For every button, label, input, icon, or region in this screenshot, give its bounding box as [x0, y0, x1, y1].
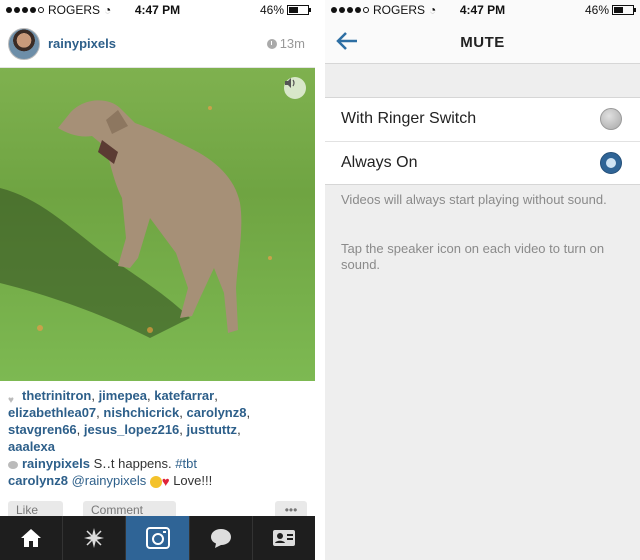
- clock-icon: [266, 38, 277, 49]
- avatar[interactable]: [8, 28, 40, 60]
- heart-emoji-icon: ♥: [161, 473, 170, 489]
- mute-settings-screen: ROGERS ◔ 4:47 PM 46% MUTE With Ringer Sw…: [325, 0, 640, 560]
- comments-list: rainypixels S‥t happens. #tbt carolynz8 …: [8, 455, 313, 489]
- speaker-icon[interactable]: [284, 77, 306, 99]
- post-video[interactable]: [0, 68, 315, 381]
- smile-emoji-icon: [149, 475, 162, 488]
- heart-icon: ♥: [8, 395, 14, 407]
- option-label: Always On: [341, 154, 418, 171]
- navigation-bar: MUTE: [325, 20, 640, 64]
- camera-icon: [145, 527, 170, 549]
- option-label: With Ringer Switch: [341, 110, 477, 127]
- help-text: Videos will always start playing without…: [341, 192, 607, 207]
- radio-selected-icon[interactable]: [600, 152, 622, 174]
- help-text: Tap the speaker icon on each video to tu…: [341, 241, 605, 272]
- liker[interactable]: stavgren66: [8, 422, 77, 437]
- battery-icon: [287, 5, 311, 15]
- liker[interactable]: nishchicrick: [103, 405, 179, 420]
- mention-link[interactable]: @rainypixels: [72, 473, 147, 488]
- tab-activity[interactable]: [190, 516, 253, 560]
- tab-home[interactable]: [0, 516, 64, 560]
- status-bar: ROGERS ◔ 4:47 PM 46%: [325, 0, 640, 20]
- battery-percent: 46%: [584, 3, 609, 17]
- page-title: MUTE: [460, 34, 505, 51]
- explore-icon: [84, 528, 105, 548]
- post-header: rainypixels 13m: [0, 20, 315, 68]
- liker[interactable]: thetrinitron: [22, 388, 91, 403]
- battery-icon: [612, 5, 636, 15]
- comment: rainypixels S‥t happens. #tbt: [8, 455, 313, 472]
- comment-text: S‥t happens.: [93, 456, 172, 471]
- tab-explore[interactable]: [63, 516, 127, 560]
- battery-indicator: 46%: [259, 3, 311, 17]
- option-with-ringer-switch[interactable]: With Ringer Switch: [325, 98, 640, 141]
- post-age-label: 13m: [279, 36, 305, 51]
- comment-text: Love!!!: [173, 473, 213, 488]
- liker[interactable]: carolynz8: [187, 405, 247, 420]
- post-age: 13m: [266, 36, 305, 51]
- comment-user[interactable]: carolynz8: [8, 473, 68, 488]
- comment: carolynz8 @rainypixels ♥ Love!!!: [8, 472, 313, 489]
- hashtag-link[interactable]: #tbt: [175, 456, 197, 471]
- mute-options: With Ringer Switch Always On: [325, 97, 640, 185]
- comment-user[interactable]: rainypixels: [22, 456, 90, 471]
- liker[interactable]: jimepea: [99, 388, 147, 403]
- likes-list: ♥ thetrinitron, jimepea, katefarrar, eliz…: [8, 388, 251, 454]
- post-actions: Like Comment •••: [8, 501, 307, 519]
- activity-icon: [210, 529, 231, 548]
- battery-percent: 46%: [259, 3, 284, 17]
- liker[interactable]: justtuttz: [187, 422, 238, 437]
- tab-camera[interactable]: [126, 516, 190, 560]
- liker[interactable]: aaalexa: [8, 439, 55, 454]
- home-icon: [21, 529, 42, 547]
- radio-unselected-icon[interactable]: [600, 108, 622, 130]
- liker[interactable]: jesus_lopez216: [84, 422, 179, 437]
- battery-indicator: 46%: [584, 3, 636, 17]
- profile-icon: [272, 530, 295, 546]
- like-label: Like: [16, 503, 39, 517]
- liker[interactable]: elizabethlea07: [8, 405, 96, 420]
- option-always-on[interactable]: Always On: [325, 141, 640, 184]
- comment-label: Comment: [91, 503, 144, 517]
- post-username[interactable]: rainypixels: [48, 36, 116, 51]
- more-label: •••: [284, 503, 298, 517]
- screen-divider: [315, 0, 325, 560]
- instagram-feed-screen: ROGERS ◔ 4:47 PM 46% rainypixels 13m ♥ t…: [0, 0, 315, 560]
- comment-bubble-icon: [8, 460, 18, 469]
- tab-bar: [0, 516, 315, 560]
- dog-photo: [0, 100, 272, 338]
- tab-profile[interactable]: [253, 516, 315, 560]
- status-bar: ROGERS ◔ 4:47 PM 46%: [0, 0, 315, 20]
- liker[interactable]: katefarrar: [154, 388, 214, 403]
